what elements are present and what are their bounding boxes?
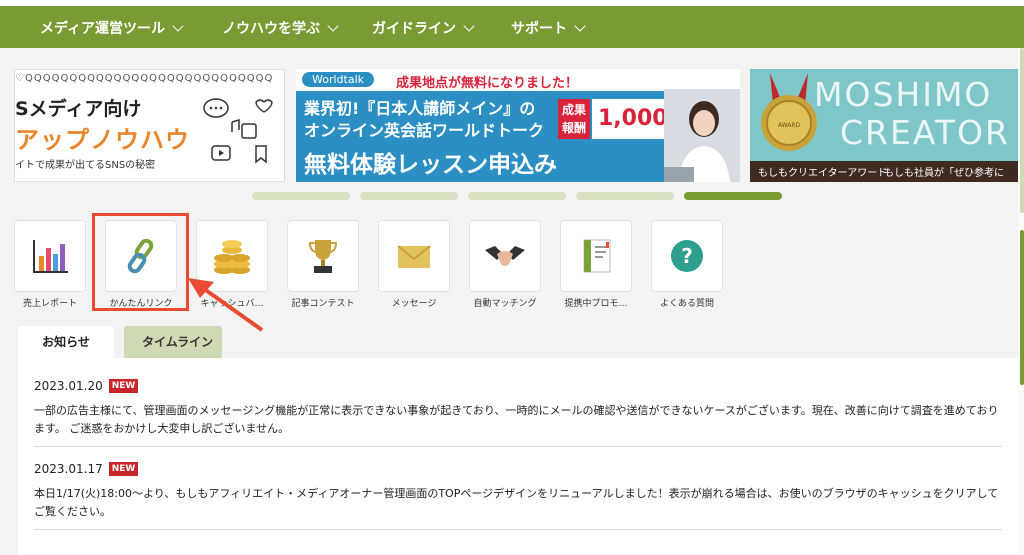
divider <box>34 529 1002 530</box>
banner-headline: 成果地点が無料になりました！ <box>396 76 579 91</box>
tool-article-contest[interactable] <box>287 220 359 292</box>
tool-label: 自動マッチング <box>473 299 537 309</box>
news-panel: 2023.01.20 NEW 一部の広告主様にて、管理画面のメッセージング機能が… <box>18 358 1018 555</box>
new-badge: NEW <box>108 379 139 393</box>
tool-label: 記事コンテスト <box>291 299 355 309</box>
tool-label: 売上レポート <box>22 299 77 309</box>
svg-text:AWARD: AWARD <box>778 122 801 129</box>
nav-label: ガイドライン <box>372 21 456 37</box>
side-banner-edge[interactable] <box>1020 48 1024 213</box>
news-text: 本日1/17(火)18:00〜より、もしもアフィリエイト・メディアオーナー管理画… <box>34 487 999 518</box>
banner-footer-text: もしも社員が「ぜひ参考に <box>884 168 1004 179</box>
carousel-dot[interactable] <box>576 192 674 200</box>
tab-timeline[interactable]: タイムライン <box>124 326 222 358</box>
right-edge <box>1018 48 1024 555</box>
reward-label: 成果報酬 <box>558 99 590 139</box>
tool-sales-report[interactable] <box>14 220 86 292</box>
notebook-rings: ♡QQQQQQQQQQQQQQQQQQQQQQQQQQQQ <box>15 73 274 84</box>
chevron-down-icon <box>172 19 184 32</box>
banner-creator-award[interactable]: AWARD MOSHIMO CREATOR A もしもクリエイターアワード もし… <box>750 69 1018 182</box>
promotion-doc-icon <box>583 239 611 273</box>
chevron-down-icon <box>574 19 586 32</box>
sns-doodle-icon <box>203 98 273 164</box>
bar-chart-icon <box>33 240 68 273</box>
envelope-icon <box>397 245 431 268</box>
nav-label: ノウハウを学ぶ <box>222 21 320 37</box>
news-date: 2023.01.17 <box>34 462 103 476</box>
banner-sns-knowhow[interactable]: ♡QQQQQQQQQQQQQQQQQQQQQQQQQQQQ Sメディア向け アッ… <box>14 69 285 182</box>
banner-line: オンライン英会話ワールドトーク <box>304 121 545 140</box>
chevron-down-icon <box>327 19 339 32</box>
banner-line: アップノウハウ <box>15 126 190 154</box>
banner-footer-strip: もしもクリエイターアワード もしも社員が「ぜひ参考に <box>750 161 1018 182</box>
banner-line: Sメディア向け <box>15 98 142 120</box>
banner-line: イトで成果が出てるSNSの秘密 <box>15 160 156 171</box>
trophy-icon <box>308 240 338 273</box>
tool-label: よくある質問 <box>659 299 714 309</box>
page: メディア運営ツール ノウハウを学ぶ ガイドライン サポート ♡QQQQQQQQQ… <box>0 0 1024 555</box>
tool-auto-matching[interactable] <box>469 220 541 292</box>
banner-line: 業界初!『日本人講師メイン』の <box>304 99 536 118</box>
nav-media-tools[interactable]: メディア運営ツール <box>40 18 184 38</box>
chevron-down-icon <box>463 19 475 32</box>
carousel-dot-active[interactable] <box>684 192 782 200</box>
award-title: MOSHIMO <box>814 75 993 114</box>
highlight-box <box>92 213 189 311</box>
tool-faq[interactable]: ? <box>651 220 723 292</box>
tool-label: メッセージ <box>391 299 437 309</box>
tool-label: 提携中プロモ… <box>564 299 628 309</box>
top-nav: メディア運営ツール ノウハウを学ぶ ガイドライン サポート <box>0 6 1024 48</box>
news-text: 一部の広告主様にて、管理画面のメッセージング機能が正常に表示できない事象が起きて… <box>34 404 999 435</box>
worldtalk-logo: Worldtalk <box>302 72 375 87</box>
tool-promotions[interactable] <box>560 220 632 292</box>
banner-line: 無料体験レッスン申込み <box>304 152 557 178</box>
award-medal-icon: AWARD <box>761 73 817 151</box>
carousel-dot[interactable] <box>252 192 350 200</box>
award-title: CREATOR A <box>840 113 1018 152</box>
nav-label: メディア運営ツール <box>40 21 166 37</box>
nav-support[interactable]: サポート <box>511 18 586 38</box>
new-badge: NEW <box>108 462 139 476</box>
banner-footer-text: もしもクリエイターアワード <box>758 168 888 179</box>
news-item: 2023.01.20 NEW 一部の広告主様にて、管理画面のメッセージング機能が… <box>34 378 1002 447</box>
tab-notices[interactable]: お知らせ <box>18 326 114 358</box>
handshake-icon <box>485 246 525 266</box>
instructor-photo <box>664 89 740 182</box>
divider <box>34 446 1002 447</box>
carousel-dot[interactable] <box>468 192 566 200</box>
nav-knowhow[interactable]: ノウハウを学ぶ <box>222 18 339 38</box>
nav-label: サポート <box>511 21 567 37</box>
nav-guidelines[interactable]: ガイドライン <box>372 18 475 38</box>
question-icon: ? <box>671 240 703 272</box>
news-date: 2023.01.20 <box>34 379 103 393</box>
coins-icon <box>214 240 250 274</box>
news-item: 2023.01.17 NEW 本日1/17(火)18:00〜より、もしもアフィリ… <box>34 461 1002 530</box>
banner-worldtalk[interactable]: Worldtalk 成果地点が無料になりました！ 業界初!『日本人講師メイン』の… <box>296 69 740 182</box>
svg-text:?: ? <box>681 244 693 268</box>
side-tab-edge[interactable] <box>1020 230 1024 385</box>
tool-message[interactable] <box>378 220 450 292</box>
main-content: ♡QQQQQQQQQQQQQQQQQQQQQQQQQQQQ Sメディア向け アッ… <box>0 48 1018 555</box>
carousel-dot[interactable] <box>360 192 458 200</box>
